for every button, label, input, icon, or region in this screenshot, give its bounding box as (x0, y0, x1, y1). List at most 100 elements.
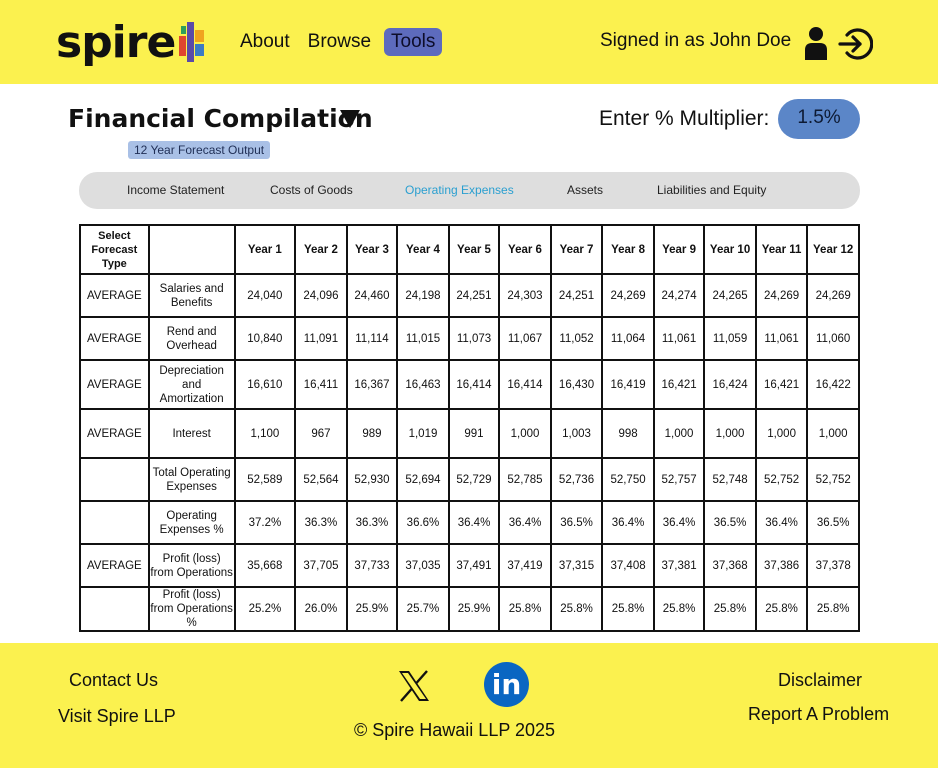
tab-costs-of-goods[interactable]: Costs of Goods (270, 183, 353, 197)
value-cell: 25.8% (652, 586, 706, 632)
value-cell: 11,059 (703, 316, 757, 361)
linkedin-icon[interactable]: in (484, 662, 529, 707)
logo-mark-icon (179, 22, 205, 62)
row-label-cell: Interest (147, 408, 236, 459)
nav-about[interactable]: About (240, 28, 290, 56)
value-cell: 36.4% (652, 500, 706, 545)
forecast-type-cell[interactable]: AVERAGE (79, 316, 150, 361)
value-cell: 52,694 (396, 457, 450, 502)
column-header: Year 3 (345, 224, 399, 275)
forecast-type-cell[interactable]: AVERAGE (79, 408, 150, 459)
logout-icon[interactable] (837, 26, 873, 62)
x-icon[interactable] (398, 670, 430, 702)
value-cell: 37,408 (601, 543, 655, 588)
value-cell: 24,269 (601, 273, 655, 318)
table-row: AVERAGE Profit (loss) from Operations 35,6… (79, 543, 860, 588)
value-cell: 967 (294, 408, 348, 459)
value-cell: 11,052 (549, 316, 604, 361)
value-cell: 52,752 (754, 457, 809, 502)
multiplier-label: Enter % Multiplier: (599, 107, 770, 130)
value-cell: 26.0% (294, 586, 348, 632)
value-cell: 24,274 (652, 273, 706, 318)
column-header: Year 1 (233, 224, 297, 275)
value-cell: 37,381 (652, 543, 706, 588)
value-cell: 16,430 (549, 359, 604, 410)
value-cell: 1,100 (233, 408, 297, 459)
nav-browse[interactable]: Browse (308, 28, 371, 56)
value-cell: 36.5% (806, 500, 860, 545)
column-header: Year 11 (754, 224, 809, 275)
value-cell: 52,930 (345, 457, 399, 502)
row-label-cell: Depreciation and Amortization (147, 359, 236, 410)
column-header: Year 12 (806, 224, 860, 275)
forecast-output-badge: 12 Year Forecast Output (128, 141, 271, 159)
value-cell: 25.9% (345, 586, 399, 632)
value-cell: 25.9% (447, 586, 501, 632)
value-cell: 16,463 (396, 359, 450, 410)
value-cell: 991 (447, 408, 501, 459)
disclaimer-link[interactable]: Disclaimer (778, 670, 862, 691)
tab-assets[interactable]: Assets (567, 183, 603, 197)
column-header: Year 9 (652, 224, 706, 275)
value-cell: 25.8% (498, 586, 552, 632)
value-cell: 25.8% (549, 586, 604, 632)
value-cell: 11,091 (294, 316, 348, 361)
value-cell: 16,414 (447, 359, 501, 410)
value-cell: 25.8% (754, 586, 809, 632)
value-cell: 52,589 (233, 457, 297, 502)
linkedin-glyph: in (491, 668, 522, 701)
column-header (147, 224, 236, 275)
value-cell: 1,019 (396, 408, 450, 459)
value-cell: 25.8% (703, 586, 757, 632)
value-cell: 16,414 (498, 359, 552, 410)
value-cell: 11,061 (754, 316, 809, 361)
forecast-type-cell[interactable] (79, 500, 150, 545)
value-cell: 11,060 (806, 316, 860, 361)
value-cell: 37,368 (703, 543, 757, 588)
value-cell: 24,269 (754, 273, 809, 318)
value-cell: 35,668 (233, 543, 297, 588)
spire-logo[interactable]: spire (56, 18, 205, 68)
value-cell: 37,705 (294, 543, 348, 588)
row-label-cell: Salaries and Benefits (147, 273, 236, 318)
tab-operating-expenses[interactable]: Operating Expenses (405, 183, 514, 197)
forecast-type-cell[interactable] (79, 586, 150, 632)
value-cell: 52,729 (447, 457, 501, 502)
value-cell: 52,748 (703, 457, 757, 502)
value-cell: 16,367 (345, 359, 399, 410)
value-cell: 37,035 (396, 543, 450, 588)
value-cell: 25.8% (601, 586, 655, 632)
value-cell: 52,750 (601, 457, 655, 502)
forecast-type-cell[interactable]: AVERAGE (79, 359, 150, 410)
value-cell: 36.5% (549, 500, 604, 545)
forecast-type-cell[interactable]: AVERAGE (79, 273, 150, 318)
value-cell: 37,491 (447, 543, 501, 588)
table-header-row: Select Forecast Type Year 1 Year 2 Year … (79, 224, 860, 275)
forecast-type-cell[interactable] (79, 457, 150, 502)
column-header: Year 2 (294, 224, 348, 275)
report-problem-link[interactable]: Report A Problem (748, 704, 889, 725)
contact-us-link[interactable]: Contact Us (69, 670, 158, 691)
value-cell: 11,114 (345, 316, 399, 361)
caret-down-icon[interactable] (340, 110, 360, 128)
table-row: AVERAGE Interest 1,100 967 989 1,019 991 1,000 1… (79, 408, 860, 459)
user-icon[interactable] (803, 26, 829, 60)
tab-liabilities-equity[interactable]: Liabilities and Equity (657, 183, 766, 197)
value-cell: 36.3% (294, 500, 348, 545)
header-bar: spire About Browse Tools Signed in as Jo… (0, 0, 938, 84)
value-cell: 52,736 (549, 457, 604, 502)
value-cell: 16,421 (754, 359, 809, 410)
value-cell: 52,757 (652, 457, 706, 502)
value-cell: 24,251 (447, 273, 501, 318)
nav-tools[interactable]: Tools (384, 28, 443, 56)
value-cell: 10,840 (233, 316, 297, 361)
value-cell: 1,000 (806, 408, 860, 459)
row-label-cell: Profit (loss) from Operations (147, 543, 236, 588)
multiplier-input[interactable]: 1.5% (778, 99, 860, 139)
forecast-type-cell[interactable]: AVERAGE (79, 543, 150, 588)
visit-spire-link[interactable]: Visit Spire LLP (58, 706, 176, 727)
page-title: Financial Compilation (68, 104, 373, 133)
value-cell: 1,000 (703, 408, 757, 459)
tab-income-statement[interactable]: Income Statement (127, 183, 224, 197)
table-row: Profit (loss) from Operations % 25.2% 26.0… (79, 586, 860, 632)
